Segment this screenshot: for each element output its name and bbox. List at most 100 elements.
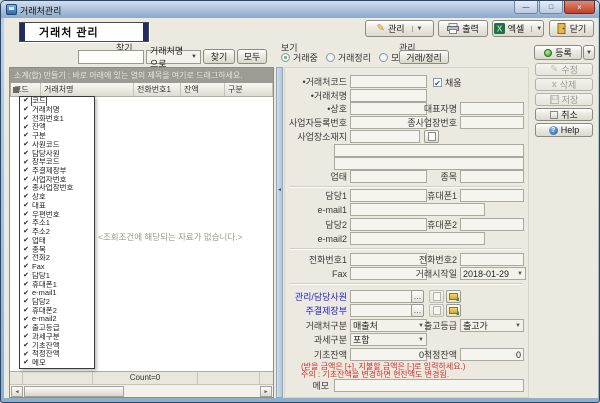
email2-input[interactable]: [350, 232, 485, 245]
section-divider: [289, 186, 522, 188]
horizontal-scrollbar[interactable]: ◄ ►: [10, 384, 273, 397]
grade-dropdown[interactable]: 출고가 ▼: [460, 319, 524, 332]
search-mode-dropdown[interactable]: 거래처명으로 ▼: [146, 50, 201, 64]
view-radio[interactable]: 거래중: [281, 51, 318, 64]
column-menu-item[interactable]: ✔종목: [20, 245, 94, 254]
column-menu-item[interactable]: ✔휴대폰2: [20, 307, 94, 316]
register-dropdown-button[interactable]: ▼: [583, 45, 595, 60]
open-folder-icon: [449, 307, 458, 314]
address-line1-input[interactable]: [334, 144, 524, 157]
column-menu-item[interactable]: ✔담당2: [20, 298, 94, 307]
view-radio[interactable]: 거래정리: [326, 51, 371, 64]
section-divider: [289, 283, 522, 285]
column-menu-item[interactable]: ✔e-mail2: [20, 315, 94, 324]
scroll-left-arrow[interactable]: ◄: [11, 386, 23, 397]
column-menu-item[interactable]: ✔업태: [20, 237, 94, 246]
column-menu-item[interactable]: ✔휴대폰1: [20, 280, 94, 289]
column-menu-item[interactable]: ✔장부코드: [20, 158, 94, 167]
sub-business-input[interactable]: [460, 116, 524, 129]
business-item-input[interactable]: [460, 170, 524, 183]
memo-input[interactable]: [334, 379, 524, 392]
column-menu-item[interactable]: ✔메모: [20, 359, 94, 368]
mobile2-input[interactable]: [460, 218, 524, 231]
grid-column-header[interactable]: 거래처명: [41, 83, 134, 96]
checkmark-icon: ✔: [20, 316, 32, 324]
column-menu-item[interactable]: ✔주소1: [20, 219, 94, 228]
edit-button[interactable]: ✎ 수정: [535, 63, 593, 76]
group-drag-hint[interactable]: 소계(합) 만들기 : 바로 아래에 있는 열의 제목을 여기로 드래그하세요.: [10, 68, 273, 83]
column-menu-label: 전화번호1: [32, 115, 64, 124]
fill-checkbox[interactable]: ✔ 채움: [433, 76, 462, 89]
excel-button[interactable]: X 엑셀 ▼: [492, 20, 544, 37]
grid-column-header[interactable]: 전화번호1: [134, 83, 181, 96]
column-menu-item[interactable]: ✔기초잔액: [20, 342, 94, 351]
column-menu-item[interactable]: ✔잔액: [20, 123, 94, 132]
trade-clear-button[interactable]: 거래/정리: [399, 50, 449, 64]
column-menu-item[interactable]: ✔출고등급: [20, 324, 94, 333]
column-menu-item[interactable]: ✔사업자번호: [20, 176, 94, 185]
column-menu-item[interactable]: ✔주소2: [20, 228, 94, 237]
scroll-right-arrow[interactable]: ►: [260, 386, 272, 397]
column-menu-item[interactable]: ✔전화2: [20, 254, 94, 263]
close-window-button[interactable]: ×: [564, 1, 595, 14]
column-menu-item[interactable]: ✔구분: [20, 132, 94, 141]
column-menu-item[interactable]: ✔담당1: [20, 272, 94, 281]
column-menu-item[interactable]: ✔대표: [20, 202, 94, 211]
delete-button[interactable]: x 삭제: [535, 78, 593, 91]
row-selector-header[interactable]: [10, 83, 11, 96]
manager-clear-button[interactable]: [429, 290, 444, 303]
column-menu-item[interactable]: ✔사원코드: [20, 141, 94, 150]
client-code-input[interactable]: [350, 75, 427, 88]
address-line2-input[interactable]: [334, 157, 524, 170]
delete-icon: x: [552, 80, 557, 89]
ledger-open-button[interactable]: [446, 304, 461, 317]
grid-column-header[interactable]: 구분: [225, 83, 273, 96]
manager-browse-button[interactable]: …: [411, 290, 424, 303]
ledger-clear-button[interactable]: [429, 304, 444, 317]
checkmark-icon: ✔: [20, 290, 32, 298]
column-menu-item[interactable]: ✔담당사원: [20, 149, 94, 158]
column-menu-item[interactable]: ✔우편번호: [20, 211, 94, 220]
panel-splitter[interactable]: [276, 67, 283, 398]
manage-menu-button[interactable]: ✎ 관리 ▼: [365, 20, 434, 37]
proper-balance-input[interactable]: [460, 348, 524, 361]
help-button[interactable]: ? Help: [535, 123, 593, 137]
client-type-label: 거래처구분: [285, 320, 347, 332]
client-name-input[interactable]: [350, 89, 427, 102]
manager-open-button[interactable]: [446, 290, 461, 303]
email1-input[interactable]: [350, 203, 485, 216]
mobile1-input[interactable]: [460, 189, 524, 202]
tax-dropdown[interactable]: 포함 ▼: [350, 333, 427, 346]
register-button[interactable]: 등록: [534, 45, 582, 60]
manager-input[interactable]: [350, 290, 412, 303]
column-menu-item[interactable]: ✔주결제장부: [20, 167, 94, 176]
all-button[interactable]: 모두: [237, 49, 267, 64]
column-menu-item[interactable]: ✔e-mail1: [20, 289, 94, 298]
ledger-input[interactable]: [350, 304, 412, 317]
scrollbar-thumb[interactable]: [24, 386, 124, 397]
column-menu-item[interactable]: ✔상호: [20, 193, 94, 202]
column-menu-item[interactable]: ✔전화번호1: [20, 114, 94, 123]
postcode-input[interactable]: [350, 130, 420, 143]
search-input[interactable]: [78, 50, 144, 64]
column-menu-item[interactable]: ✔종사업장번호: [20, 184, 94, 193]
cancel-button[interactable]: 취소: [535, 108, 593, 121]
save-button[interactable]: 저장: [535, 93, 593, 106]
column-menu-item[interactable]: ✔적정잔액: [20, 350, 94, 359]
close-page-button[interactable]: 닫기: [549, 20, 594, 37]
address-search-button[interactable]: [424, 130, 439, 143]
ceo-input[interactable]: [460, 102, 524, 115]
maximize-button[interactable]: □: [539, 1, 563, 14]
splitter-collapse-icon[interactable]: ◄: [277, 187, 282, 193]
column-menu-item[interactable]: ✔코드: [20, 97, 94, 106]
print-button[interactable]: 출력: [438, 20, 488, 37]
ledger-browse-button[interactable]: …: [411, 304, 424, 317]
column-menu-item[interactable]: ✔Fax: [20, 263, 94, 272]
column-menu-item[interactable]: ✔거래처명: [20, 106, 94, 115]
find-button[interactable]: 찾기: [203, 49, 235, 64]
tel2-input[interactable]: [460, 253, 524, 266]
start-date-picker[interactable]: 2018-01-29 ▼: [460, 267, 526, 280]
grid-column-header[interactable]: 잔액: [181, 83, 225, 96]
column-menu-item[interactable]: ✔과세구분: [20, 333, 94, 342]
minimize-button[interactable]: —: [514, 1, 538, 14]
